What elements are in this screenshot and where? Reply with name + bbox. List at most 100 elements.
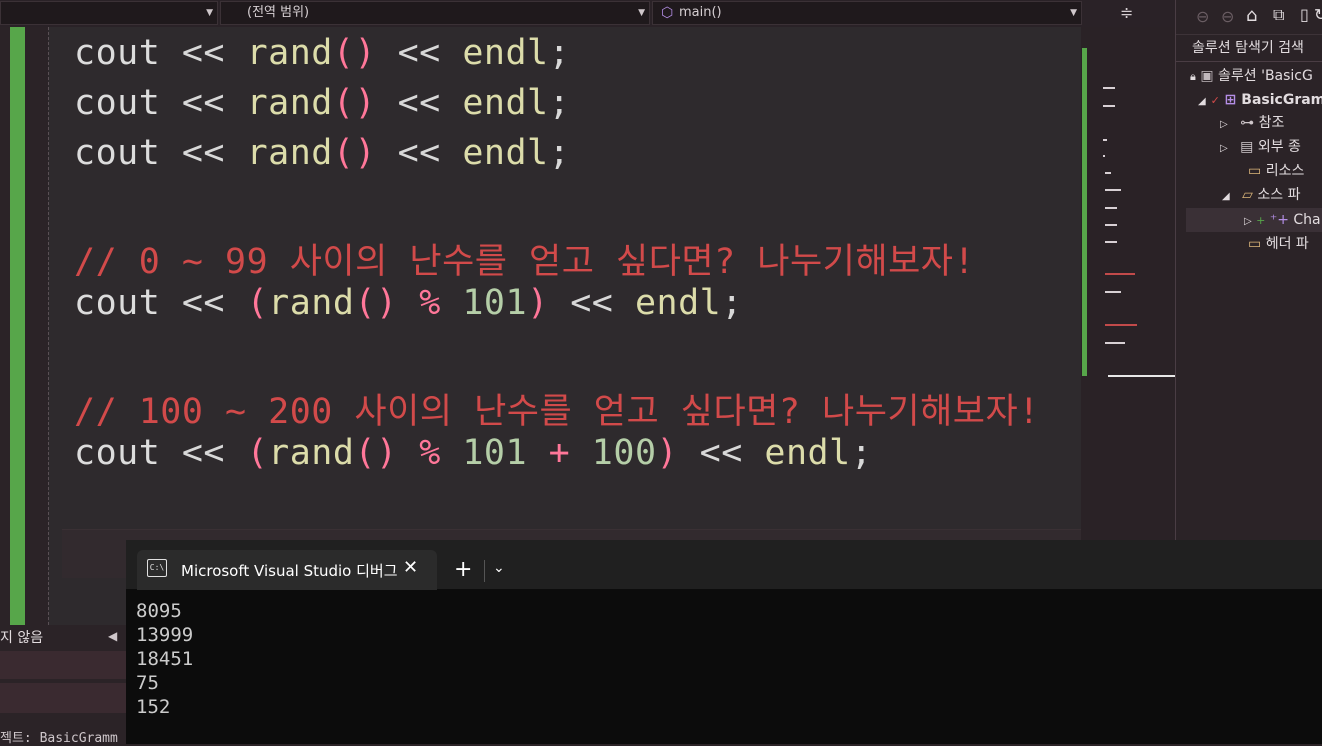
sync-icon[interactable]: ↻ <box>1314 5 1322 24</box>
code-token: << <box>181 433 247 473</box>
output-line: 18451 <box>136 648 194 670</box>
solution-icon: ▣ <box>1200 68 1214 84</box>
tree-item-source[interactable]: ◢ ▱ 소스 파 <box>1222 184 1300 206</box>
split-icon[interactable]: ≑ <box>1120 3 1133 22</box>
code-token: endl <box>462 83 549 123</box>
code-token: << <box>376 83 463 123</box>
close-icon[interactable]: ✕ <box>403 557 418 578</box>
switch-views-icon[interactable]: ⧉ <box>1273 5 1284 25</box>
tree-item-label: 리소스 <box>1265 163 1305 179</box>
code-token: 100 <box>591 433 657 473</box>
code-token: << <box>181 33 247 73</box>
pending-changes-icon[interactable]: ▯ <box>1300 5 1309 24</box>
code-token: cout <box>74 433 182 473</box>
code-token: cout <box>74 83 182 123</box>
cpp-file-icon: ⁺+ <box>1269 212 1289 228</box>
solution-search-label[interactable]: 솔루션 탐색기 검색 <box>1192 37 1304 59</box>
code-line-4: cout << (rand() % 101) << endl; <box>74 283 743 323</box>
code-token: << <box>376 133 463 173</box>
output-line: 13999 <box>136 624 194 646</box>
minimap-scrollbar[interactable] <box>1081 27 1175 625</box>
tree-item-resources[interactable]: ▭ 리소스 <box>1248 160 1304 182</box>
chevron-down-icon: ▼ <box>638 8 645 18</box>
tree-item-label: 참조 <box>1258 115 1285 131</box>
member-dropdown[interactable]: ⬡ main() ▼ <box>652 1 1082 25</box>
code-token: ; <box>548 83 571 123</box>
indent-guide <box>48 27 50 625</box>
back-icon[interactable]: ⊖ <box>1196 7 1209 26</box>
terminal-tab-title: Microsoft Visual Studio 디버그 <box>181 562 398 580</box>
code-line-3: cout << rand() << endl; <box>74 133 570 173</box>
forward-icon[interactable]: ⊖ <box>1221 7 1234 26</box>
code-token: ( <box>246 433 269 473</box>
project-dropdown[interactable]: ▼ <box>0 1 218 25</box>
code-token: ( <box>246 283 269 323</box>
chevron-down-icon[interactable]: ⌄ <box>493 560 505 576</box>
expand-triangle-icon: ◢ <box>1198 96 1206 107</box>
code-token: ; <box>721 283 743 323</box>
solution-node[interactable]: 🔒︎ ▣ 솔루션 'BasicG <box>1190 65 1313 87</box>
project-label: BasicGram <box>1241 92 1322 108</box>
tree-item-cpp-file[interactable]: ▷ + ⁺+ Cha <box>1244 209 1321 231</box>
collapse-triangle-icon: ▷ <box>1220 143 1228 154</box>
code-token: () <box>332 133 377 173</box>
code-token: % <box>419 433 441 473</box>
code-token: rand <box>246 83 333 123</box>
comment-line-2: // 100 ~ 200 사이의 난수를 얻고 싶다면? 나누기해보자! <box>74 383 1040 434</box>
minimap-change-bar <box>1082 48 1087 376</box>
solution-explorer-toolbar: ⊖ ⊖ ⌂ ⧉ ▯ ↻ <box>1176 0 1322 35</box>
filter-folder-open-icon: ▱ <box>1242 187 1253 203</box>
terminal-tab[interactable]: C:\ Microsoft Visual Studio 디버그 ✕ <box>137 550 437 590</box>
output-panel-header <box>0 651 126 679</box>
project-output-text: 젝트: BasicGramm <box>0 731 118 746</box>
tree-item-label: 외부 종 <box>1257 139 1301 155</box>
code-token: << <box>181 283 247 323</box>
external-deps-icon: ▤ <box>1240 139 1254 155</box>
code-token: () <box>354 283 398 323</box>
code-token: 101 <box>462 283 528 323</box>
plus-icon: + <box>1256 214 1266 227</box>
project-node[interactable]: ◢ ✓ ⊞ BasicGram <box>1198 89 1322 111</box>
output-line: 152 <box>136 696 171 718</box>
code-token: ; <box>850 433 873 473</box>
cube-icon: ⬡ <box>661 5 674 21</box>
chevron-down-icon: ▼ <box>206 8 213 18</box>
code-token: ) <box>656 433 679 473</box>
expand-triangle-icon: ◢ <box>1222 191 1230 202</box>
code-token: rand <box>268 283 355 323</box>
references-icon: ⊶ <box>1240 115 1255 131</box>
scope-dropdown[interactable]: (전역 범위) ▼ <box>220 1 650 25</box>
code-line-1: cout << rand() << endl; <box>74 33 570 73</box>
code-token: % <box>419 283 441 323</box>
code-token: rand <box>268 433 355 473</box>
code-token: ) <box>527 283 549 323</box>
code-token: << <box>376 33 463 73</box>
minimap-viewport-marker[interactable] <box>1108 375 1175 377</box>
tree-item-external[interactable]: ▷ ▤ 외부 종 <box>1220 136 1301 158</box>
comment-line-1: // 0 ~ 99 사이의 난수를 얻고 싶다면? 나누기해보자! <box>74 233 975 284</box>
code-token: ; <box>548 133 571 173</box>
code-token: endl <box>462 33 549 73</box>
solution-label: 솔루션 'BasicG <box>1218 68 1313 84</box>
filter-folder-icon: ▭ <box>1248 163 1262 179</box>
code-token: rand <box>246 133 333 173</box>
code-token: rand <box>246 33 333 73</box>
navigation-bar: ▼ (전역 범위) ▼ ⬡ main() ▼ ≑ <box>0 0 1175 28</box>
change-tracking-bar <box>10 27 25 625</box>
code-token: endl <box>462 133 549 173</box>
code-token: ; <box>548 33 571 73</box>
filter-folder-icon: ▭ <box>1248 236 1262 252</box>
collapse-triangle-icon: ▷ <box>1220 119 1228 130</box>
tree-item-references[interactable]: ▷ ⊶ 참조 <box>1220 112 1284 134</box>
scroll-left-icon[interactable]: ◀ <box>108 629 117 643</box>
new-tab-plus-icon[interactable]: + <box>454 557 472 582</box>
home-icon[interactable]: ⌂ <box>1246 5 1257 26</box>
console-icon: C:\ <box>147 559 167 577</box>
output-panel-strip <box>0 683 126 713</box>
solution-explorer: ⊖ ⊖ ⌂ ⧉ ▯ ↻ 솔루션 탐색기 검색 🔒︎ ▣ 솔루션 'BasicG … <box>1175 0 1322 540</box>
code-line-2: cout << rand() << endl; <box>74 83 570 123</box>
code-token: << <box>181 83 247 123</box>
tree-item-headers[interactable]: ▭ 헤더 파 <box>1248 233 1309 255</box>
